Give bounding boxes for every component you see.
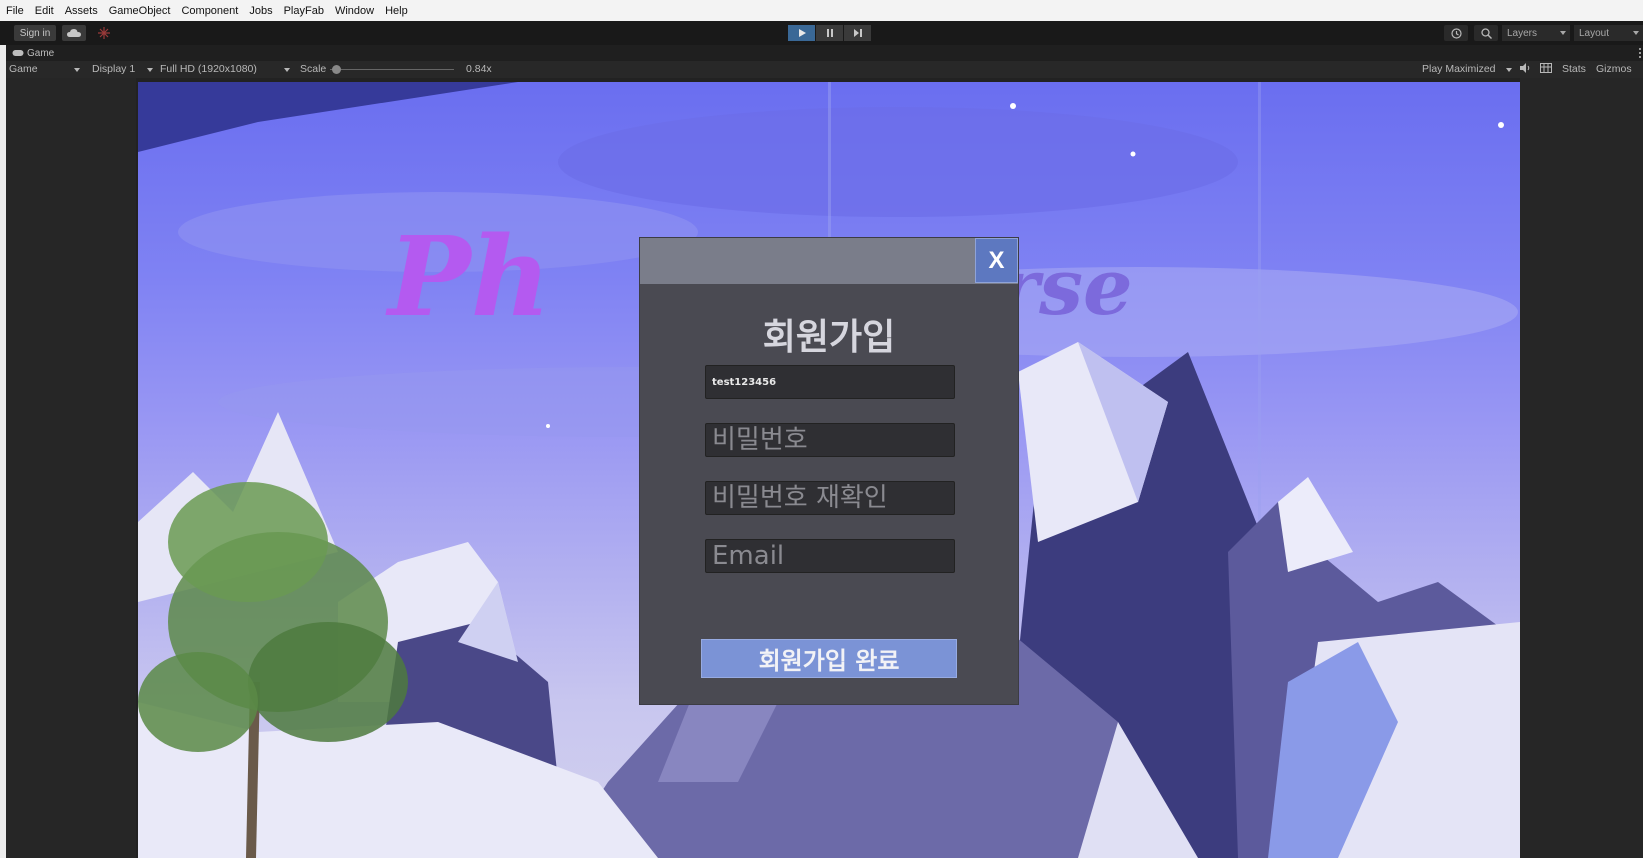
id-input[interactable] (706, 366, 954, 398)
scale-slider-track[interactable] (330, 69, 454, 70)
email-field[interactable] (705, 539, 955, 573)
menu-jobs[interactable]: Jobs (249, 5, 272, 17)
collab-button[interactable] (92, 25, 116, 41)
collab-icon (98, 27, 110, 39)
view-dropdown[interactable]: Game (9, 63, 38, 75)
stats-button[interactable]: Stats (1562, 63, 1586, 75)
layout-label: Layout (1579, 27, 1610, 39)
sign-in-button[interactable]: Sign in (14, 25, 56, 41)
cloud-button[interactable] (62, 25, 86, 41)
password-field[interactable] (705, 423, 955, 457)
dialog-title: 회원가입 (762, 317, 896, 358)
history-icon (1450, 27, 1462, 39)
menu-file[interactable]: File (6, 5, 24, 17)
menu-playfab[interactable]: PlayFab (284, 5, 324, 17)
tab-bar: Game (6, 45, 1643, 61)
password-confirm-input[interactable] (706, 482, 954, 514)
search-button[interactable] (1474, 25, 1498, 41)
close-button[interactable]: X (975, 238, 1018, 283)
password-input[interactable] (706, 424, 954, 456)
step-icon (853, 29, 862, 37)
signup-submit-button[interactable]: 회원가입 완료 (701, 639, 957, 678)
scale-slider-handle[interactable] (332, 65, 341, 74)
resolution-dropdown[interactable]: Full HD (1920x1080) (160, 63, 257, 75)
search-icon (1480, 27, 1492, 39)
chevron-down-icon (1560, 31, 1566, 35)
signup-dialog: X 회원가입 회원가입 완료 (639, 237, 1019, 705)
more-icon[interactable] (1639, 48, 1641, 58)
menu-bar: File Edit Assets GameObject Component Jo… (0, 0, 1643, 21)
play-mode-dropdown[interactable]: Play Maximized (1422, 63, 1496, 75)
stats-grid-icon[interactable] (1540, 63, 1552, 76)
menu-help[interactable]: Help (385, 5, 408, 17)
scale-value: 0.84x (466, 63, 492, 75)
display-dropdown[interactable]: Display 1 (92, 63, 135, 75)
layout-dropdown[interactable]: Layout (1574, 25, 1643, 41)
dialog-header (640, 238, 1018, 284)
menu-window[interactable]: Window (335, 5, 374, 17)
pause-button[interactable] (816, 25, 843, 41)
chevron-down-icon (74, 68, 80, 72)
main-toolbar: Sign in Layers Layout (0, 21, 1643, 45)
step-button[interactable] (844, 25, 871, 41)
chevron-down-icon (147, 68, 153, 72)
layers-dropdown[interactable]: Layers (1502, 25, 1570, 41)
play-controls (788, 25, 872, 41)
menu-component[interactable]: Component (181, 5, 238, 17)
mute-icon[interactable] (1520, 63, 1531, 76)
chevron-down-icon (284, 68, 290, 72)
history-button[interactable] (1444, 25, 1468, 41)
layers-label: Layers (1507, 27, 1538, 39)
gamepad-icon (12, 50, 24, 56)
menu-assets[interactable]: Assets (65, 5, 98, 17)
scale-label: Scale (300, 63, 327, 75)
play-icon (798, 29, 806, 37)
tab-game-label: Game (27, 47, 55, 59)
game-view-toolbar: Game Display 1 Full HD (1920x1080) Scale… (6, 61, 1643, 78)
play-button[interactable] (788, 25, 815, 41)
menu-gameobject[interactable]: GameObject (109, 5, 171, 17)
gizmos-button[interactable]: Gizmos (1596, 63, 1632, 75)
tab-game[interactable]: Game (12, 46, 54, 60)
chevron-down-icon (1506, 68, 1512, 72)
menu-edit[interactable]: Edit (35, 5, 54, 17)
pause-icon (826, 29, 833, 37)
cloud-icon (67, 29, 81, 37)
email-input[interactable] (706, 540, 954, 572)
id-field[interactable] (705, 365, 955, 399)
game-logo-left: Ph (388, 212, 551, 341)
password-confirm-field[interactable] (705, 481, 955, 515)
chevron-down-icon (1633, 31, 1639, 35)
